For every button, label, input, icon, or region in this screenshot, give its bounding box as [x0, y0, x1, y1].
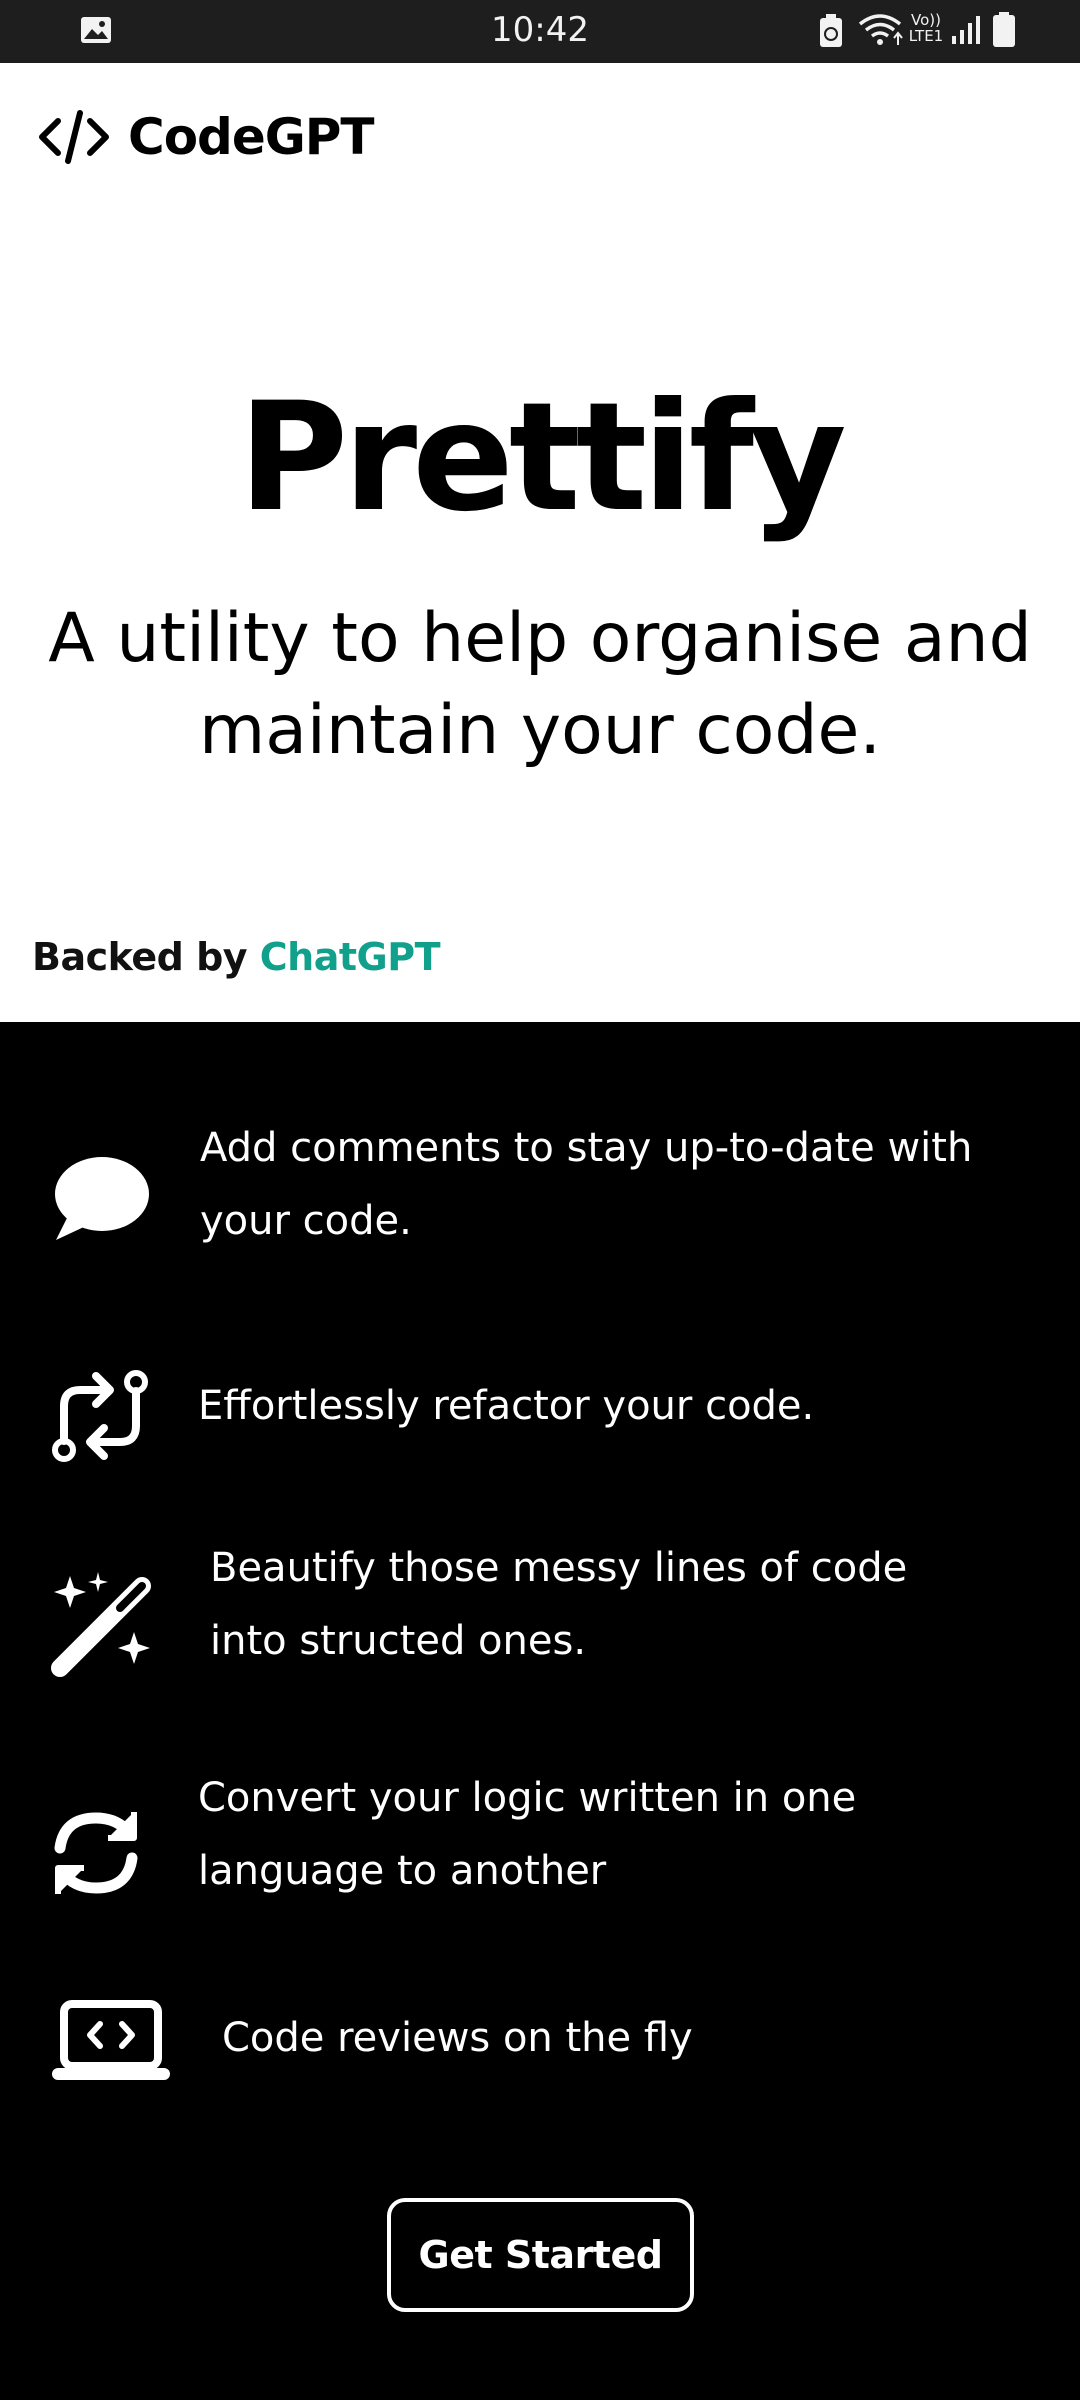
- chatgpt-label: ChatGPT: [259, 935, 441, 979]
- convert-arrows-icon: [54, 1812, 138, 1894]
- hero-section: CodeGPT Prettify A utility to help organ…: [0, 63, 1080, 1022]
- feature-text: Convert your logic written in one langua…: [198, 1775, 857, 1894]
- magic-wand-icon: [51, 1572, 151, 1677]
- backed-prefix: Backed by: [32, 935, 260, 979]
- subtitle-line-1: A utility to help organise and: [48, 599, 1032, 678]
- page-subtitle: A utility to help organise and maintain …: [20, 593, 1060, 777]
- feature-text: Code reviews on the fly: [222, 2015, 693, 2061]
- refactor-arrows-icon: [52, 1370, 148, 1462]
- battery-icon: [993, 12, 1015, 47]
- network-type-label: Vo)) LTE1: [908, 11, 944, 45]
- brand-name: CodeGPT: [128, 108, 375, 166]
- wifi-icon: [858, 14, 903, 45]
- get-started-button[interactable]: Get Started: [387, 2198, 694, 2312]
- feature-text: Beautify those messy lines of code into …: [210, 1545, 908, 1664]
- code-brackets-icon: [39, 110, 109, 164]
- speech-bubble-icon: [55, 1157, 149, 1240]
- feature-text: Effortlessly refactor your code.: [198, 1383, 815, 1429]
- features-section: Add comments to stay up-to-date with you…: [0, 1022, 1080, 2400]
- feature-text: Add comments to stay up-to-date with you…: [200, 1125, 973, 1244]
- laptop-code-icon: [52, 2000, 170, 2080]
- backed-by-text: Backed by ChatGPT: [32, 935, 441, 979]
- page-title: Prettify: [238, 371, 847, 545]
- signal-icon: [952, 16, 980, 44]
- brand: CodeGPT: [38, 108, 375, 166]
- battery-saver-icon: [820, 14, 842, 47]
- status-bar: 10:42 Vo)) LTE1: [0, 0, 1080, 63]
- subtitle-line-2: maintain your code.: [199, 691, 881, 770]
